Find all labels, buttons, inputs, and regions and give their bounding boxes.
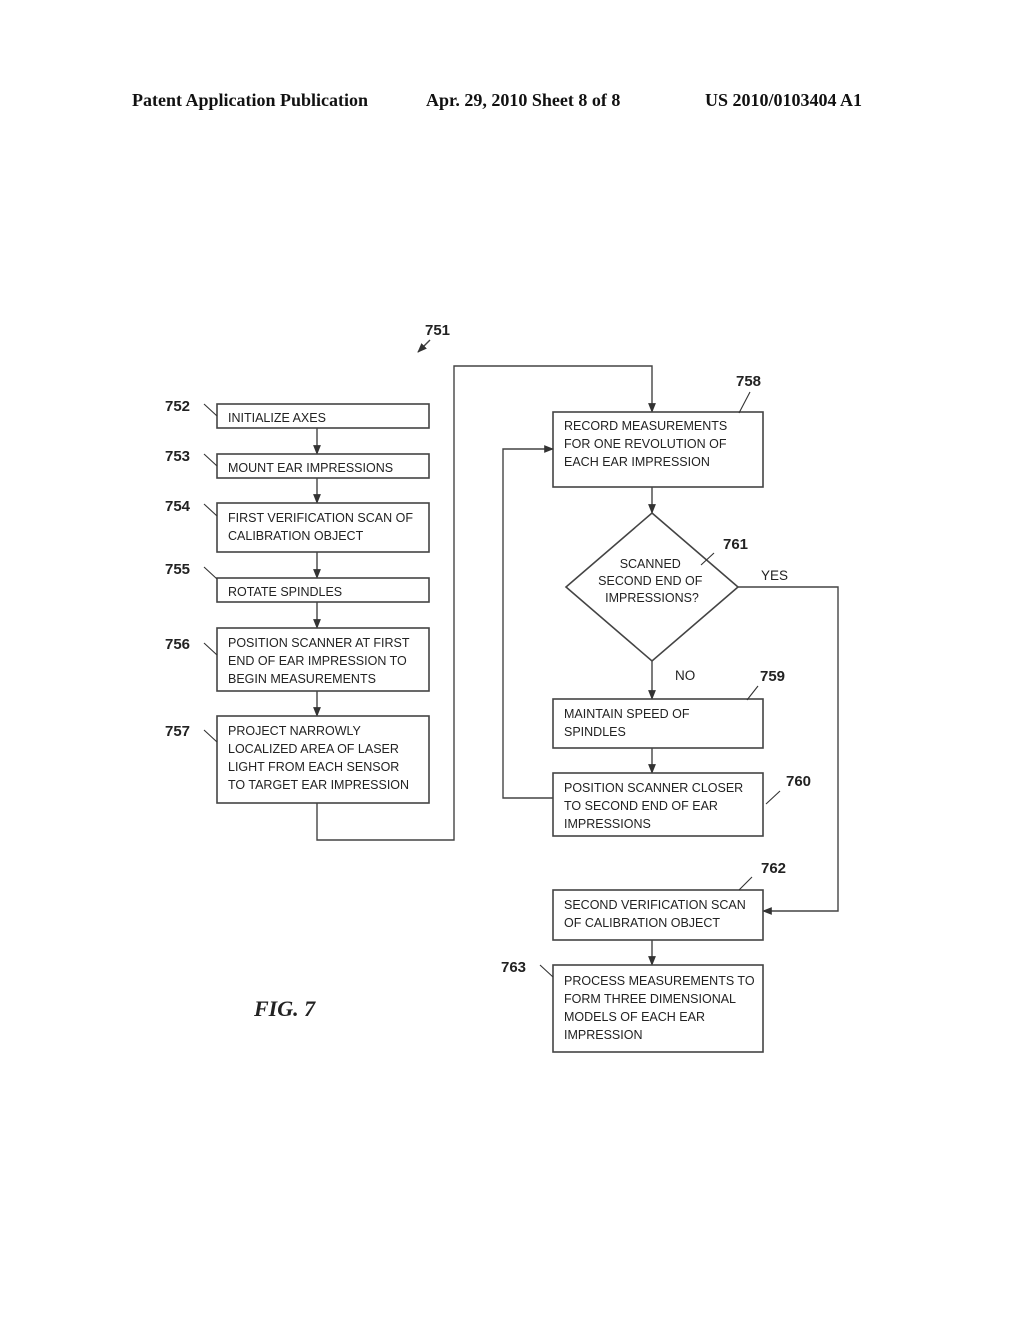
step-753-text: MOUNT EAR IMPRESSIONS (228, 461, 393, 475)
connector-760-758 (502, 445, 554, 799)
ref-758-leader (738, 391, 751, 414)
ref-761: 761 (723, 536, 748, 553)
ref-756: 756 (165, 636, 190, 653)
ref-762-leader (738, 876, 753, 891)
ref-756-leader (203, 642, 218, 656)
ref-760: 760 (786, 773, 811, 790)
ref-757-leader (203, 729, 218, 743)
step-755-text: ROTATE SPINDLES (228, 585, 342, 599)
ref-759: 759 (760, 668, 785, 685)
ref-753: 753 (165, 448, 190, 465)
flowchart: 751 INITIALIZE AXES 752 MOUNT EAR IMPRES… (165, 322, 839, 1053)
ref-751: 751 (425, 322, 450, 339)
connector-yes-762 (738, 586, 839, 915)
ref-755: 755 (165, 561, 190, 578)
figure-label: FIG. 7 (253, 996, 316, 1021)
ref-753-leader (203, 453, 218, 467)
ref-752-leader (203, 403, 218, 417)
ref-759-leader (746, 685, 759, 701)
ref-762: 762 (761, 860, 786, 877)
ref-752: 752 (165, 398, 190, 415)
ref-755-leader (203, 566, 218, 580)
ref-758: 758 (736, 373, 761, 390)
ref-763: 763 (501, 959, 526, 976)
ref-751-arrow (417, 339, 431, 353)
ref-754: 754 (165, 498, 191, 515)
step-752-text: INITIALIZE AXES (228, 411, 326, 425)
ref-757: 757 (165, 723, 190, 740)
ref-754-leader (203, 503, 218, 517)
step-758-text: RECORD MEASUREMENTS FOR ONE REVOLUTION O… (564, 419, 731, 469)
ref-760-leader (765, 790, 781, 805)
ref-763-leader (539, 964, 554, 978)
branch-no-label: NO (675, 668, 695, 683)
branch-yes-label: YES (761, 568, 788, 583)
